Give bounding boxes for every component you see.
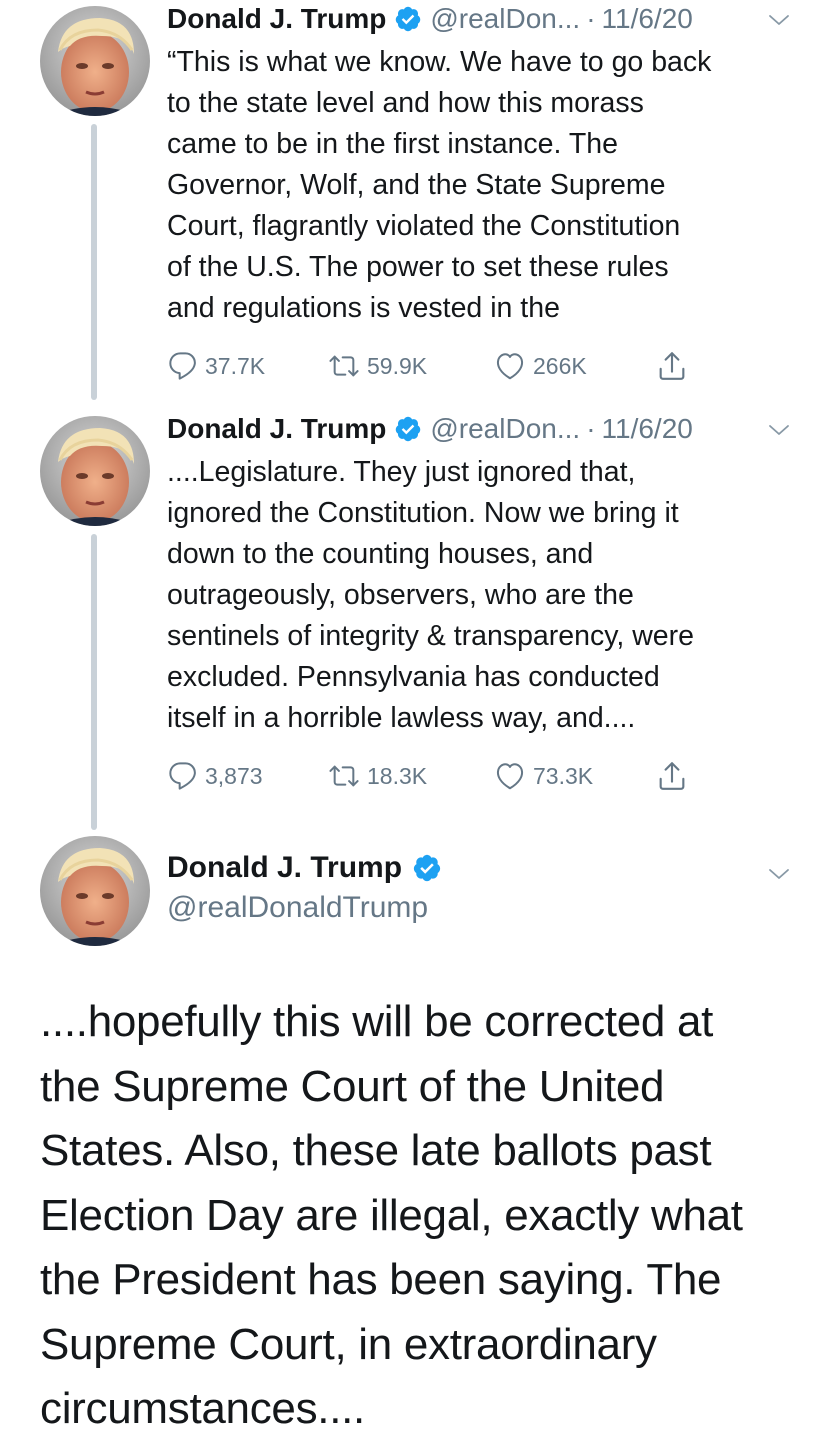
tweet-text-line: sentinels of integrity & transparency, w… bbox=[167, 620, 694, 652]
chevron-down-icon[interactable] bbox=[767, 862, 791, 886]
author-handle[interactable]: @realDonaldTrump bbox=[167, 888, 428, 928]
chevron-down-icon[interactable] bbox=[767, 418, 791, 442]
tweet-text-line: ....Legislature. They just ignored that, bbox=[167, 456, 636, 488]
retweet-icon bbox=[329, 355, 359, 377]
avatar[interactable] bbox=[40, 416, 150, 526]
retweet-icon bbox=[329, 765, 359, 787]
tweet-text-line: excluded. Pennsylvania has conducted bbox=[167, 661, 660, 693]
tweet-text-line: and regulations is vested in the bbox=[167, 292, 560, 324]
separator-dot: · bbox=[586, 413, 596, 444]
reply-button[interactable]: 37.7K bbox=[167, 348, 265, 384]
main-tweet-text: ....hopefully this will be corrected at … bbox=[40, 990, 820, 1442]
like-count: 73.3K bbox=[533, 762, 594, 789]
tweet-text-line: the President has been saying. The bbox=[40, 1255, 722, 1304]
tweet-date[interactable]: 11/6/20 bbox=[602, 413, 693, 445]
tweet-text-line: States. Also, these late ballots past bbox=[40, 1126, 712, 1175]
heart-icon bbox=[497, 763, 523, 790]
avatar[interactable] bbox=[40, 6, 150, 116]
tweet-text-line: Election Day are illegal, exactly what bbox=[40, 1190, 743, 1240]
tweet-text-line: “This is what we know. We have to go bac… bbox=[167, 46, 712, 78]
thread-connector-line bbox=[91, 534, 97, 830]
tweet-text-line: ....hopefully this will be corrected at bbox=[40, 997, 714, 1046]
verified-badge-icon bbox=[413, 854, 441, 882]
like-button[interactable]: 266K bbox=[493, 348, 587, 384]
author-name[interactable]: Donald J. Trump bbox=[167, 3, 386, 35]
author-name[interactable]: Donald J. Trump bbox=[167, 413, 386, 445]
like-count: 266K bbox=[533, 352, 587, 379]
thread-connector-line bbox=[91, 124, 97, 400]
tweet-text-line: ignored the Constitution. Now we bring i… bbox=[167, 497, 679, 529]
tweet-text-line: came to be in the first instance. The bbox=[167, 128, 618, 160]
author-handle[interactable]: @realDon... bbox=[430, 413, 580, 445]
tweet-text-line: itself in a horrible lawless way, and...… bbox=[167, 702, 636, 734]
verified-badge-icon bbox=[396, 416, 421, 442]
tweet-text-line: circumstances.... bbox=[40, 1384, 365, 1433]
author-handle[interactable]: @realDon... bbox=[430, 3, 580, 35]
tweet-date[interactable]: 11/6/20 bbox=[602, 3, 693, 35]
heart-icon bbox=[497, 353, 523, 380]
separator-dot: · bbox=[586, 3, 596, 34]
reply-icon bbox=[169, 762, 196, 790]
tweet-text-line: down to the counting houses, and bbox=[167, 538, 594, 570]
verified-badge-icon bbox=[396, 6, 421, 32]
reply-count: 37.7K bbox=[205, 352, 266, 379]
avatar[interactable] bbox=[40, 836, 150, 946]
tweet-text-line: to the state level and how this morass bbox=[167, 87, 644, 119]
share-icon bbox=[659, 762, 685, 790]
share-button[interactable] bbox=[655, 758, 695, 794]
like-button[interactable]: 73.3K bbox=[493, 758, 593, 794]
retweet-button[interactable]: 18.3K bbox=[327, 758, 427, 794]
share-icon bbox=[659, 352, 685, 380]
retweet-count: 18.3K bbox=[367, 762, 428, 789]
tweet-header: Donald J. Trump @realDon... · 11/6/20 bbox=[167, 412, 797, 446]
reply-icon bbox=[169, 352, 196, 380]
chevron-down-icon[interactable] bbox=[767, 8, 791, 32]
share-button[interactable] bbox=[655, 348, 695, 384]
reply-button[interactable]: 3,873 bbox=[167, 758, 263, 794]
retweet-button[interactable]: 59.9K bbox=[327, 348, 427, 384]
main-author-row: Donald J. Trump bbox=[167, 848, 442, 888]
reply-count: 3,873 bbox=[205, 762, 263, 789]
author-name[interactable]: Donald J. Trump bbox=[167, 851, 402, 885]
tweet-text-line: the Supreme Court of the United bbox=[40, 1061, 665, 1111]
tweet-text-line: outrageously, observers, who are the bbox=[167, 579, 634, 611]
tweet-text: ....Legislature. They just ignored that,… bbox=[167, 452, 807, 739]
tweet-header: Donald J. Trump @realDon... · 11/6/20 bbox=[167, 2, 797, 36]
tweet-text-line: Supreme Court, in extraordinary bbox=[40, 1319, 657, 1369]
tweet-text-line: of the U.S. The power to set these rules bbox=[167, 251, 669, 283]
retweet-count: 59.9K bbox=[367, 352, 428, 379]
tweet-text-line: Governor, Wolf, and the State Supreme bbox=[167, 169, 666, 201]
tweet-text: “This is what we know. We have to go bac… bbox=[167, 42, 807, 329]
tweet-text-line: Court, flagrantly violated the Constitut… bbox=[167, 210, 681, 242]
